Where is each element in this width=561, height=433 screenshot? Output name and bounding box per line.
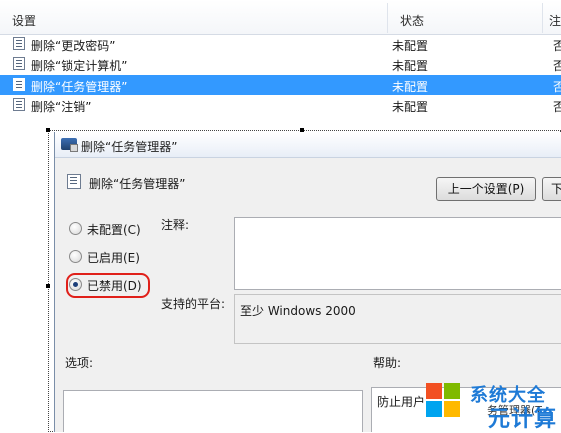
resize-handle[interactable] xyxy=(46,128,50,132)
radio-button[interactable] xyxy=(69,250,82,263)
setting-name: 删除“任务管理器” xyxy=(89,177,186,191)
policy-row[interactable]: 删除“更改密码” 未配置 否 xyxy=(0,34,561,54)
policy-setting-icon xyxy=(13,57,25,70)
policy-setting-icon xyxy=(13,78,25,91)
column-header-state[interactable]: 状态 xyxy=(400,12,424,29)
dialog-title: 删除“任务管理器” xyxy=(81,140,178,154)
policy-state: 未配置 xyxy=(392,80,429,94)
policy-state: 未配置 xyxy=(392,39,429,53)
column-header-setting[interactable]: 设置 xyxy=(12,12,36,29)
watermark-text: 元计算 xyxy=(488,407,558,432)
options-panel xyxy=(63,390,363,432)
help-text: 防止用户 xyxy=(377,395,426,409)
help-label: 帮助: xyxy=(373,356,402,370)
platform-value: 至少 Windows 2000 xyxy=(240,304,356,318)
setting-icon xyxy=(67,174,81,189)
policy-setting-icon xyxy=(13,98,25,111)
resize-handle[interactable] xyxy=(46,284,50,288)
policy-name: 删除“注销” xyxy=(31,100,92,114)
column-header-note[interactable]: 注 xyxy=(549,12,561,29)
radio-label: 未配置(C) xyxy=(87,223,141,237)
policy-state: 未配置 xyxy=(392,59,429,73)
policy-state: 未配置 xyxy=(392,100,429,114)
previous-setting-button[interactable]: 上一个设置(P) xyxy=(436,177,536,201)
policy-row[interactable]: 删除“锁定计算机” 未配置 否 xyxy=(0,54,561,74)
platform-box: 至少 Windows 2000 xyxy=(234,294,561,344)
column-separator[interactable] xyxy=(542,3,543,33)
platform-label: 支持的平台: xyxy=(161,297,226,311)
policy-note: 否 xyxy=(553,100,561,114)
comment-label: 注释: xyxy=(161,218,190,232)
next-setting-button[interactable]: 下 xyxy=(542,177,561,201)
policy-note: 否 xyxy=(553,39,561,53)
annotation-highlight-ring xyxy=(66,273,150,298)
options-label: 选项: xyxy=(65,356,94,370)
policy-list-header: 设置 状态 注 xyxy=(0,0,561,35)
policy-row-selected[interactable]: 删除“任务管理器” 未配置 否 xyxy=(0,75,561,95)
policy-note: 否 xyxy=(553,59,561,73)
policy-setting-icon xyxy=(13,37,25,50)
radio-button[interactable] xyxy=(69,222,82,235)
column-separator[interactable] xyxy=(387,3,388,33)
policy-note: 否 xyxy=(553,80,561,94)
policy-row[interactable]: 删除“注销” 未配置 否 xyxy=(0,95,561,115)
policy-name: 删除“更改密码” xyxy=(31,39,116,53)
policy-name: 删除“任务管理器” xyxy=(31,80,128,94)
windows-logo-watermark xyxy=(426,383,460,427)
dialog-title-bar[interactable]: 删除“任务管理器” xyxy=(55,132,561,158)
policy-editor-icon xyxy=(61,138,78,152)
comment-textbox[interactable] xyxy=(234,217,561,290)
radio-label: 已启用(E) xyxy=(87,251,140,265)
policy-name: 删除“锁定计算机” xyxy=(31,59,128,73)
